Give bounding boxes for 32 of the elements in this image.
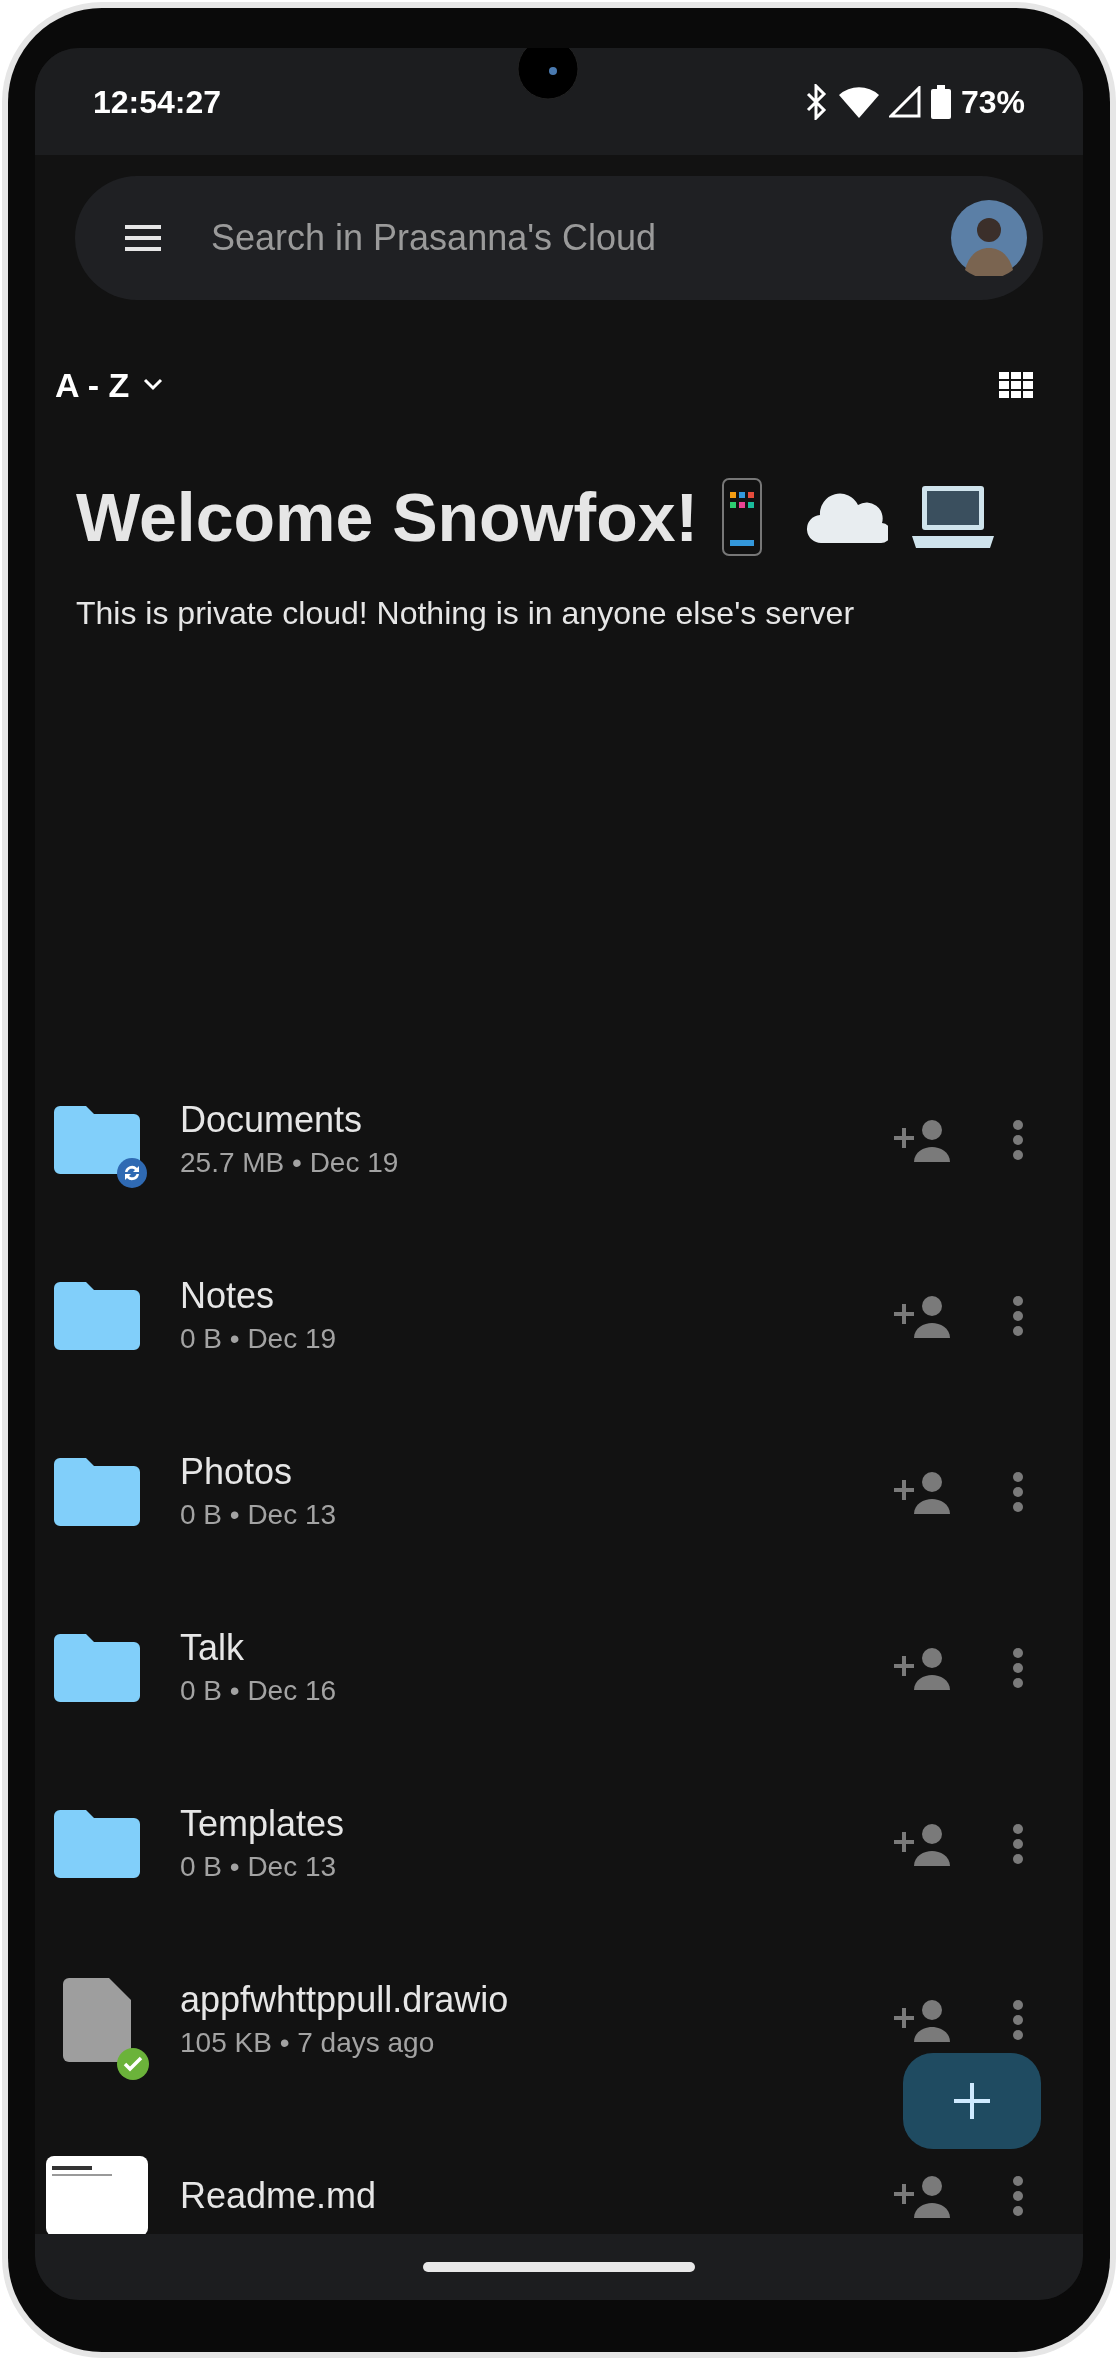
file-name[interactable]: Photos bbox=[180, 1449, 889, 1495]
file-name[interactable]: Templates bbox=[180, 1801, 889, 1847]
welcome-subtitle: This is private cloud! Nothing is in anyone else's server bbox=[75, 594, 856, 633]
sort-dropdown[interactable]: A - Z bbox=[55, 359, 164, 411]
welcome-title: Welcome Snowfox! bbox=[76, 478, 699, 557]
file-name[interactable]: appfwhttppull.drawio bbox=[180, 1977, 889, 2023]
file-details: 0 B • Dec 19 bbox=[180, 1322, 338, 1356]
file-details: 0 B • Dec 16 bbox=[180, 1674, 338, 1708]
add-button[interactable] bbox=[903, 2053, 1041, 2149]
clock: 12:54:27 bbox=[93, 82, 222, 122]
chevron-down-icon bbox=[143, 378, 164, 392]
signal-icon bbox=[888, 85, 921, 118]
file-details: 105 KB • 7 days ago bbox=[180, 2026, 436, 2060]
file-name[interactable]: Talk bbox=[180, 1625, 889, 1671]
grid-view-icon[interactable] bbox=[999, 372, 1033, 398]
file-name[interactable]: Readme.md bbox=[180, 2173, 889, 2219]
search-field[interactable]: Search in Prasanna's Cloud bbox=[211, 211, 951, 265]
wifi-icon bbox=[838, 85, 879, 118]
file-name[interactable]: Documents bbox=[180, 1097, 889, 1143]
file-details: 0 B • Dec 13 bbox=[180, 1498, 338, 1532]
menu-icon[interactable] bbox=[125, 225, 161, 251]
plus-icon bbox=[954, 2083, 990, 2119]
search-bar[interactable]: Search in Prasanna's Cloud bbox=[75, 176, 1043, 300]
file-details: 25.7 MB • Dec 19 bbox=[180, 1146, 400, 1180]
file-name[interactable]: Notes bbox=[180, 1273, 889, 1319]
battery-percent: 73% bbox=[960, 82, 1025, 122]
laptop-icon bbox=[912, 484, 995, 550]
file-details: 0 B • Dec 13 bbox=[180, 1850, 338, 1884]
battery-icon bbox=[930, 84, 951, 119]
phone-icon bbox=[722, 478, 763, 556]
home-handle[interactable] bbox=[423, 2262, 695, 2272]
avatar-icon[interactable] bbox=[951, 200, 1027, 276]
